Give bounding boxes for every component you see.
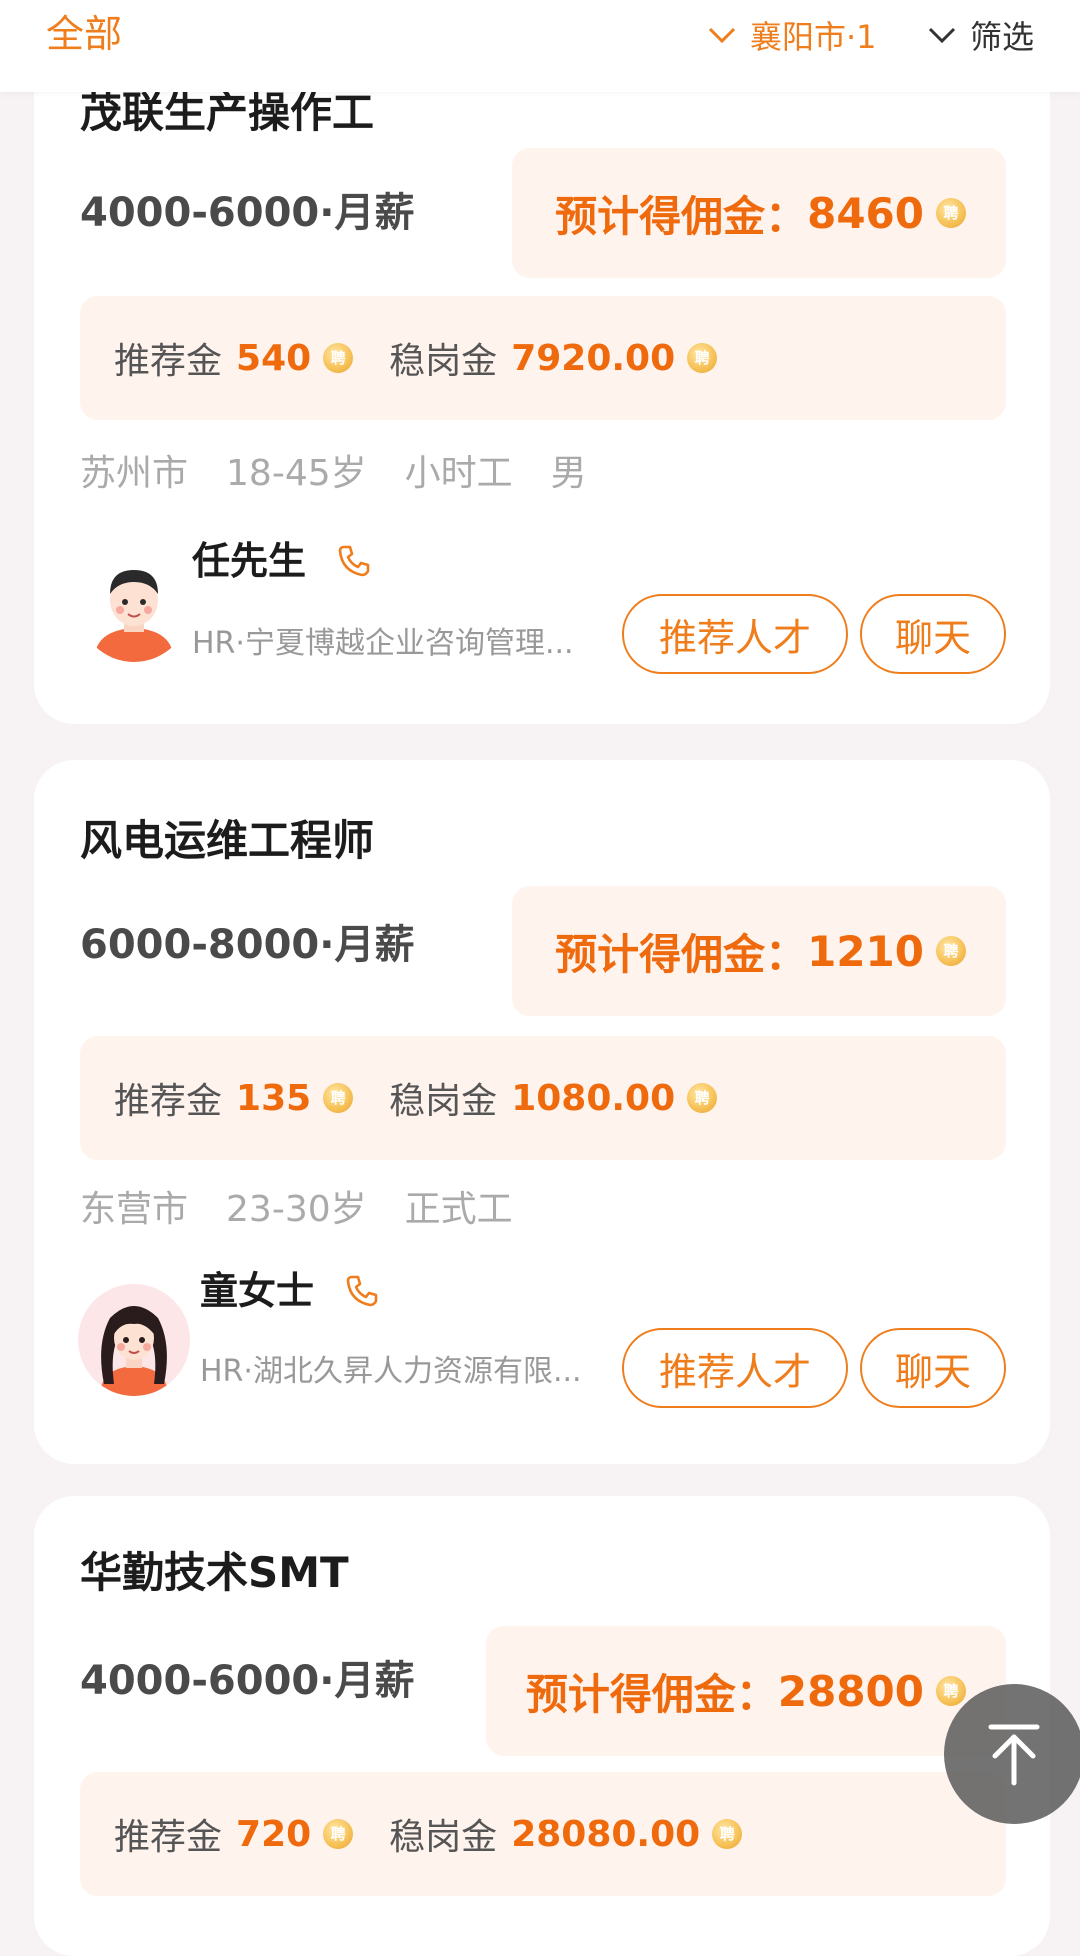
coin-icon (936, 936, 966, 966)
coin-icon (687, 1083, 718, 1113)
coin-icon (712, 1819, 743, 1849)
commission-label: 预计得佣金： (555, 929, 808, 979)
chat-button[interactable]: 聊天 (860, 594, 1006, 674)
referral-value: 135 (236, 1077, 312, 1119)
arrow-up-icon (988, 1724, 1040, 1786)
referral-label: 推荐金 (114, 1817, 223, 1858)
job-tags: 苏州市 18-45岁 小时工 男 (80, 444, 587, 496)
tag-gender: 男 (550, 453, 587, 494)
job-salary: 4000-6000·月薪 (80, 1658, 415, 1704)
retention-label: 稳岗金 (389, 341, 498, 382)
recommend-talent-button[interactable]: 推荐人才 (622, 1328, 848, 1408)
hr-name-text: 童女士 (200, 1269, 315, 1313)
city-filter-dropdown[interactable]: 襄阳市·1 (708, 12, 877, 58)
back-to-top-button[interactable] (944, 1684, 1080, 1824)
hr-name: 童女士 (200, 1268, 380, 1314)
chevron-down-icon (708, 27, 736, 44)
avatar (78, 550, 190, 662)
tab-all[interactable]: 全部 (46, 10, 122, 58)
hr-company: HR·宁夏博越企业咨询管理... (192, 626, 574, 661)
retention-value: 28080.00 (511, 1813, 701, 1855)
recommend-talent-button[interactable]: 推荐人才 (622, 594, 848, 674)
female-avatar-icon (78, 1284, 190, 1396)
commission-box: 预计得佣金： 8460 (512, 148, 1006, 278)
commission-label: 预计得佣金： (555, 191, 808, 241)
job-salary: 6000-8000·月薪 (80, 922, 415, 968)
chevron-down-icon (928, 27, 956, 44)
phone-icon[interactable] (344, 1273, 380, 1309)
city-filter-label: 襄阳市·1 (750, 18, 877, 56)
coin-icon (323, 1083, 354, 1113)
retention-value: 7920.00 (511, 337, 676, 379)
job-card[interactable]: 风电运维工程师 6000-8000·月薪 预计得佣金： 1210 推荐金 135… (34, 760, 1050, 1464)
retention-label: 稳岗金 (389, 1081, 498, 1122)
coin-icon (687, 343, 718, 373)
bonus-box: 推荐金 135 稳岗金 1080.00 (80, 1036, 1006, 1160)
tag-work-type: 小时工 (404, 453, 513, 494)
job-title: 茂联生产操作工 (80, 88, 375, 137)
hr-name-text: 任先生 (192, 539, 307, 583)
job-card[interactable]: 茂联生产操作工 4000-6000·月薪 预计得佣金： 8460 推荐金 540… (34, 30, 1050, 724)
tag-location: 苏州市 (80, 453, 189, 494)
bonus-box: 推荐金 540 稳岗金 7920.00 (80, 296, 1006, 420)
job-title: 风电运维工程师 (80, 816, 375, 865)
tag-location: 东营市 (80, 1189, 189, 1230)
tag-age: 23-30岁 (226, 1189, 367, 1230)
coin-icon (936, 198, 966, 228)
job-tags: 东营市 23-30岁 正式工 (80, 1180, 513, 1232)
tag-work-type: 正式工 (404, 1189, 513, 1230)
phone-icon[interactable] (336, 543, 372, 579)
referral-label: 推荐金 (114, 1081, 223, 1122)
coin-icon (323, 1819, 354, 1849)
retention-value: 1080.00 (511, 1077, 676, 1119)
job-title: 华勤技术SMT (80, 1548, 349, 1597)
coin-icon (936, 1676, 966, 1706)
commission-box: 预计得佣金： 28800 (486, 1626, 1006, 1756)
commission-value: 1210 (807, 926, 924, 976)
referral-value: 720 (236, 1813, 312, 1855)
filter-bar: 全部 襄阳市·1 筛选 (0, 0, 1080, 92)
tag-age: 18-45岁 (226, 453, 367, 494)
more-filter-label: 筛选 (970, 18, 1035, 56)
job-card[interactable]: 华勤技术SMT 4000-6000·月薪 预计得佣金： 28800 推荐金 72… (34, 1496, 1050, 1956)
hr-name: 任先生 (192, 538, 372, 584)
bonus-box: 推荐金 720 稳岗金 28080.00 (80, 1772, 1006, 1896)
job-salary: 4000-6000·月薪 (80, 190, 415, 236)
commission-box: 预计得佣金： 1210 (512, 886, 1006, 1016)
commission-value: 28800 (777, 1666, 924, 1716)
chat-button[interactable]: 聊天 (860, 1328, 1006, 1408)
referral-value: 540 (236, 337, 312, 379)
commission-value: 8460 (807, 188, 924, 238)
commission-label: 预计得佣金： (525, 1669, 778, 1719)
male-avatar-icon (78, 550, 190, 662)
coin-icon (323, 343, 354, 373)
retention-label: 稳岗金 (389, 1817, 498, 1858)
referral-label: 推荐金 (114, 341, 223, 382)
more-filter-dropdown[interactable]: 筛选 (928, 12, 1034, 58)
hr-company: HR·湖北久昇人力资源有限... (200, 1354, 582, 1389)
avatar (78, 1284, 190, 1396)
